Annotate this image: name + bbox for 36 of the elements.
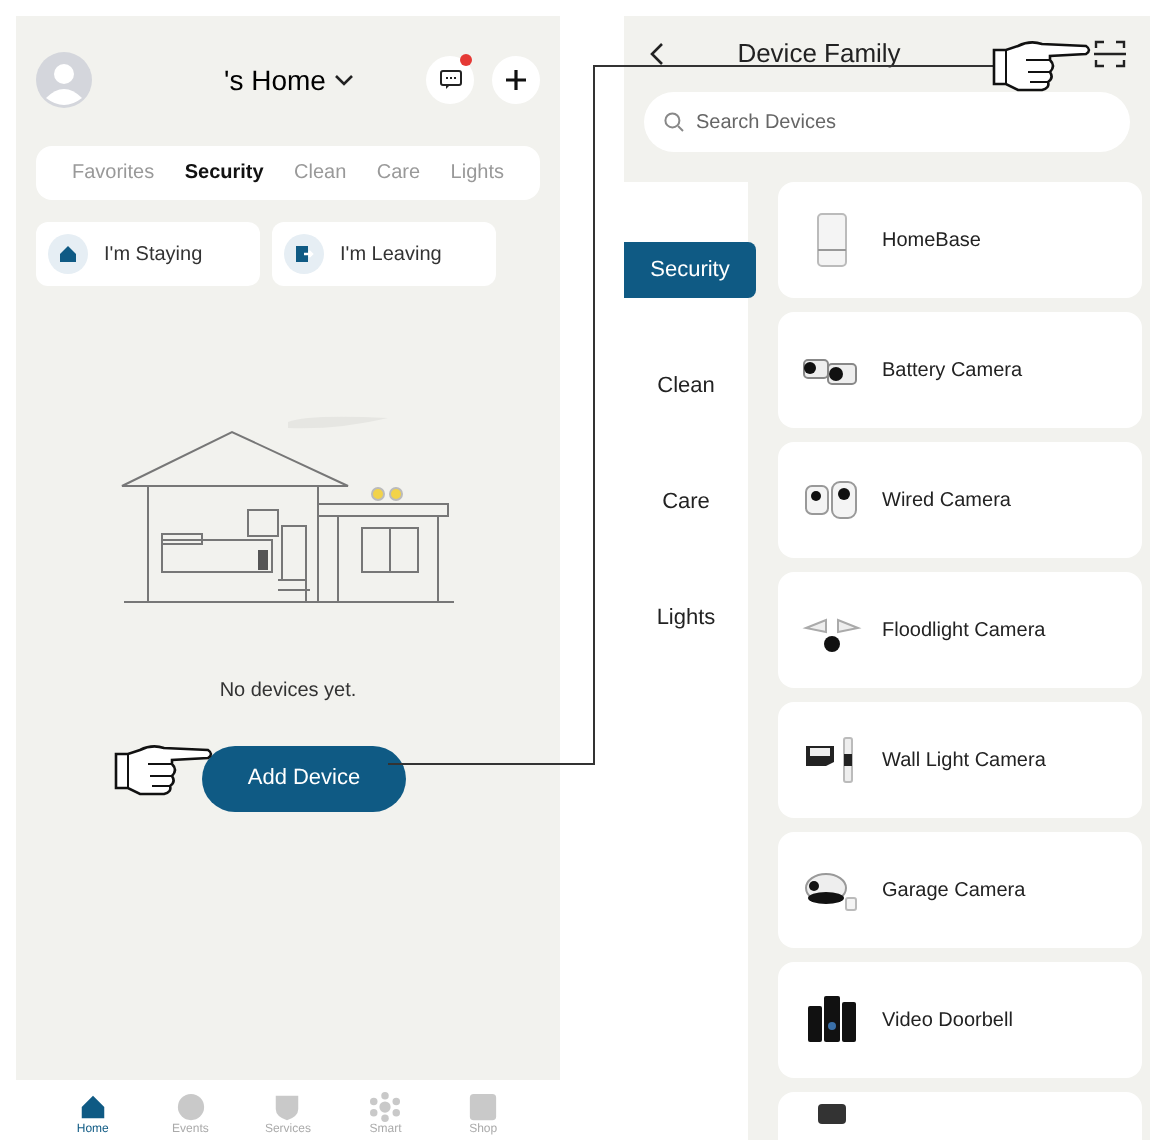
device-drawing — [818, 1104, 846, 1124]
search-icon — [664, 112, 684, 132]
home-icon — [58, 244, 78, 264]
category-item[interactable]: Care — [624, 474, 748, 530]
add-device-button[interactable]: Add Device — [202, 746, 406, 812]
back-icon[interactable] — [648, 42, 664, 66]
services-icon — [272, 1092, 303, 1122]
add-button[interactable] — [492, 56, 540, 104]
category-item[interactable]: Lights — [624, 590, 748, 646]
home-title[interactable]: 's Home — [224, 59, 326, 101]
scan-icon[interactable] — [1094, 40, 1126, 68]
device-card[interactable]: Garage Camera — [778, 832, 1142, 948]
device-card[interactable]: Floodlight Camera — [778, 572, 1142, 688]
mode-button[interactable]: I'm Leaving — [272, 222, 496, 286]
exit-icon — [294, 244, 314, 264]
search-field[interactable]: Search Devices — [644, 92, 1130, 152]
device-card[interactable]: Wall Light Camera — [778, 702, 1142, 818]
device-card[interactable]: HomeBase — [778, 182, 1142, 298]
smart-icon — [370, 1092, 401, 1122]
category-item[interactable]: Clean — [624, 358, 748, 414]
plus-icon — [506, 70, 526, 90]
pointing-hand-icon — [112, 742, 216, 798]
message-icon — [439, 70, 461, 90]
events-icon — [175, 1092, 206, 1122]
chevron-down-icon[interactable] — [333, 74, 354, 86]
mode-button[interactable]: I'm Staying — [36, 222, 260, 286]
home-icon — [77, 1092, 108, 1122]
device-card[interactable]: Battery Camera — [778, 312, 1142, 428]
device-card[interactable]: Wired Camera — [778, 442, 1142, 558]
screen-title: Device Family — [735, 36, 903, 73]
category-tab[interactable]: Security — [184, 158, 264, 188]
empty-state-text: No devices yet. — [219, 678, 357, 706]
message-button[interactable] — [426, 56, 474, 104]
shop-icon — [468, 1092, 499, 1122]
category-item[interactable]: Security — [624, 242, 756, 298]
device-card[interactable]: Video Doorbell — [778, 962, 1142, 1078]
